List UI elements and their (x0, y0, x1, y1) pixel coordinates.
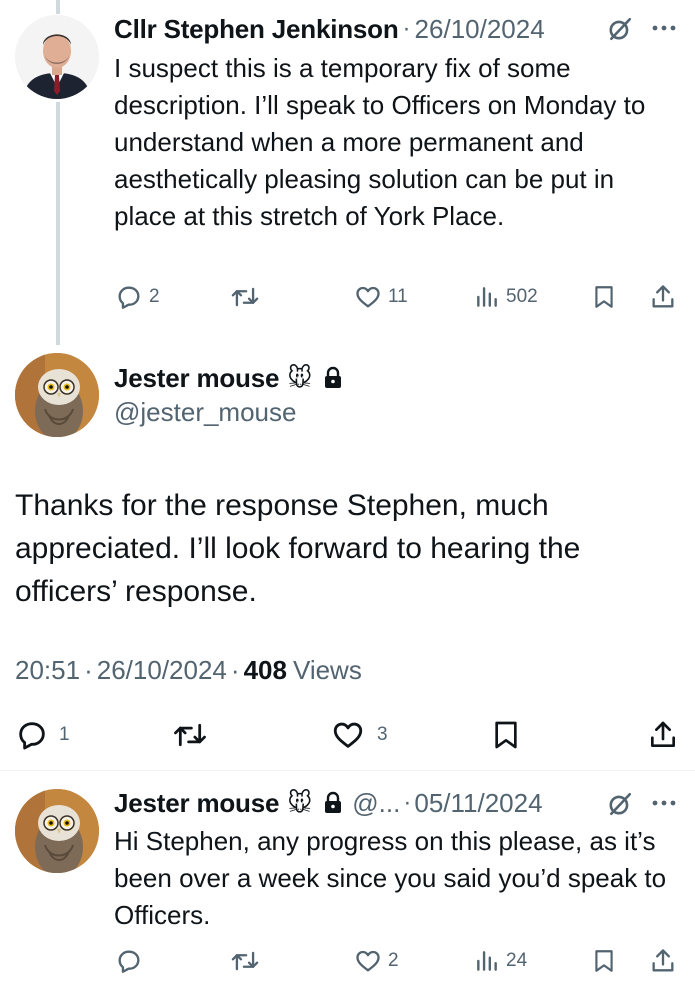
reply-icon (115, 947, 143, 975)
mouse-emoji: 🐭 (287, 789, 313, 817)
thread-line (56, 102, 60, 345)
author-handle[interactable]: @... (352, 788, 400, 819)
post-date[interactable]: 26/10/2024 (415, 14, 545, 45)
post-meta: 20:51 · 26/10/2024 · 408 Views (15, 655, 362, 686)
retweet-icon (172, 718, 208, 752)
bookmark-icon[interactable] (591, 283, 617, 311)
author-handle[interactable]: @jester_mouse (114, 397, 296, 428)
author-name[interactable]: Jester mouse (114, 363, 279, 394)
reply-icon (115, 283, 143, 311)
avatar-jester[interactable] (15, 789, 99, 873)
views-icon (474, 283, 500, 311)
main-header: Jester mouse 🐭 (114, 361, 344, 395)
retweet-icon (230, 947, 260, 975)
more-icon[interactable] (650, 20, 678, 36)
grok-icon[interactable] (607, 16, 633, 42)
reply-button[interactable]: 2 (115, 283, 160, 311)
avatar-jester[interactable] (15, 353, 99, 437)
separator: · (230, 655, 240, 685)
retweet-button[interactable] (230, 283, 260, 311)
like-count: 11 (388, 286, 408, 307)
reply-button[interactable]: 1 (15, 718, 70, 752)
like-button[interactable]: 2 (354, 947, 399, 975)
like-button[interactable]: 11 (354, 283, 408, 311)
lock-icon (322, 366, 344, 390)
reply2-header: Jester mouse 🐭 @... · 05/11/2024 (114, 786, 543, 820)
like-icon (354, 947, 382, 975)
like-count: 3 (377, 724, 388, 745)
views-icon (474, 947, 500, 975)
reply-button[interactable] (115, 947, 143, 975)
author-name[interactable]: Cllr Stephen Jenkinson (114, 14, 399, 45)
views-count: 502 (506, 286, 538, 307)
more-icon[interactable] (650, 795, 678, 811)
author-name[interactable]: Jester mouse (114, 788, 279, 819)
separator: · (402, 15, 411, 42)
post-text: Hi Stephen, any progress on this please,… (114, 826, 667, 930)
share-icon[interactable] (649, 947, 677, 975)
reply1-header: Cllr Stephen Jenkinson · 26/10/2024 (114, 12, 545, 46)
post-date[interactable]: 26/10/2024 (97, 655, 227, 686)
like-icon (354, 283, 382, 311)
retweet-button[interactable] (230, 947, 260, 975)
like-count: 2 (388, 950, 399, 971)
lock-icon (322, 791, 344, 815)
retweet-icon (230, 283, 260, 311)
grok-icon[interactable] (607, 791, 633, 817)
reply-icon (15, 718, 49, 752)
views-button[interactable]: 24 (474, 947, 527, 975)
like-icon (331, 718, 365, 752)
bookmark-icon[interactable] (490, 718, 522, 752)
divider (0, 770, 695, 771)
share-icon[interactable] (647, 718, 679, 752)
views-button[interactable]: 502 (474, 283, 538, 311)
views-label: Views (292, 655, 362, 685)
views-count: 408 (243, 655, 287, 685)
reply-count: 2 (149, 286, 160, 307)
post-date[interactable]: 05/11/2024 (414, 788, 542, 819)
post-time[interactable]: 20:51 (15, 655, 80, 686)
share-icon[interactable] (649, 283, 677, 311)
separator: · (403, 789, 412, 816)
main-post-text: Thanks for the response Stephen, much ap… (15, 489, 581, 608)
post-text: I suspect this is a temporary fix of som… (114, 53, 646, 231)
thread-line-top (56, 0, 60, 14)
avatar-stephen[interactable] (15, 15, 99, 99)
like-button[interactable]: 3 (331, 718, 388, 752)
bookmark-icon[interactable] (591, 947, 617, 975)
mouse-emoji: 🐭 (287, 364, 313, 392)
retweet-button[interactable] (172, 718, 208, 752)
views-count: 24 (506, 950, 528, 971)
reply-count: 1 (59, 724, 70, 745)
separator: · (84, 655, 93, 685)
